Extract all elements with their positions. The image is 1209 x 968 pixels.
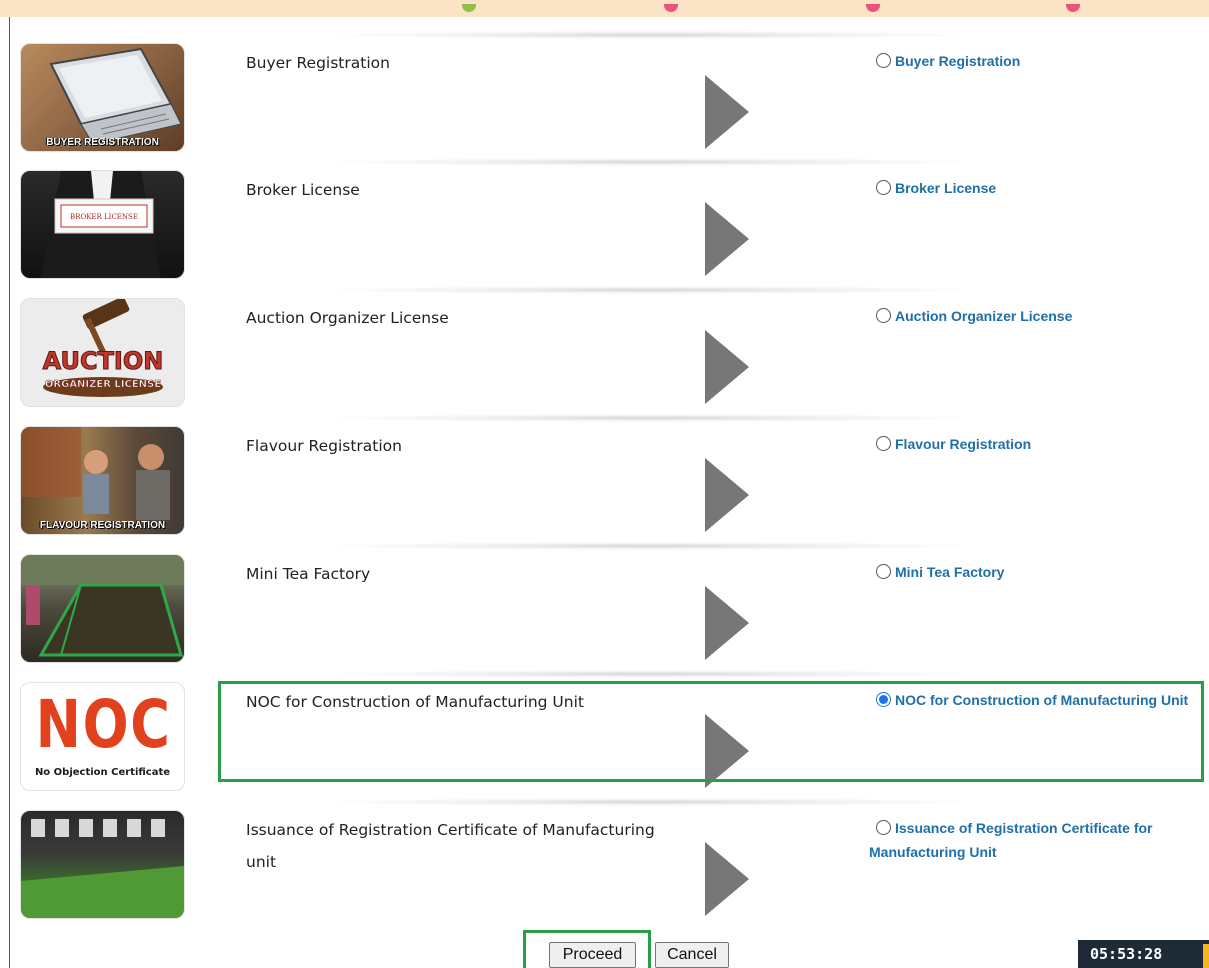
buyer-registration-thumbnail: BUYER REGISTRATION	[20, 43, 185, 152]
clock-accent	[1203, 944, 1209, 968]
radio-button[interactable]	[876, 564, 891, 579]
row-separator	[335, 158, 965, 166]
proceed-arrow-icon	[705, 75, 749, 149]
option-mini-tea-factory[interactable]: Mini Tea Factory	[876, 560, 1209, 584]
radio-button[interactable]	[876, 436, 891, 451]
status-dot-icon	[866, 4, 880, 12]
proceed-arrow-icon	[705, 458, 749, 532]
status-dot-icon	[462, 4, 476, 12]
flavour-registration-thumbnail: FLAVOUR REGISTRATION	[20, 426, 185, 535]
option-issuance-registration-certificate[interactable]: Issuance of Registration Certificate for…	[869, 816, 1202, 864]
status-dot-icon	[664, 4, 678, 12]
status-dot-icon	[1066, 4, 1080, 12]
option-buyer-registration[interactable]: Buyer Registration	[876, 49, 1209, 73]
broker-license-thumbnail: BROKER LICENSE	[20, 170, 185, 279]
row-separator	[335, 670, 965, 678]
noc-logo-text: NOC	[35, 686, 172, 763]
selection-highlight	[218, 681, 1204, 782]
option-label[interactable]: Broker License	[895, 180, 996, 196]
service-title: Auction Organizer License	[246, 309, 449, 327]
svg-text:ORGANIZER LICENSE: ORGANIZER LICENSE	[45, 379, 161, 390]
proceed-arrow-icon	[705, 842, 749, 916]
service-title: Broker License	[246, 181, 360, 199]
option-broker-license[interactable]: Broker License	[876, 176, 1209, 200]
noc-logo-subtitle: No Objection Certificate	[34, 767, 171, 778]
auction-organizer-license-thumbnail: AUCTION ORGANIZER LICENSE	[20, 298, 185, 407]
radio-button[interactable]	[876, 308, 891, 323]
option-label[interactable]: Issuance of Registration Certificate for…	[869, 820, 1153, 860]
option-label[interactable]: Flavour Registration	[895, 436, 1031, 452]
noc-thumbnail: NOC No Objection Certificate	[20, 682, 185, 791]
service-row-issuance-registration-certificate: Issuance of Registration Certificate of …	[10, 798, 1209, 931]
option-label[interactable]: Buyer Registration	[895, 53, 1020, 69]
service-row-flavour-registration: FLAVOUR REGISTRATION Flavour Registratio…	[10, 414, 1209, 547]
radio-button[interactable]	[876, 820, 891, 835]
service-title: Buyer Registration	[246, 54, 390, 72]
svg-text:AUCTION: AUCTION	[43, 347, 164, 375]
radio-button[interactable]	[876, 53, 891, 68]
proceed-arrow-icon	[705, 202, 749, 276]
row-separator	[335, 414, 965, 422]
tea-factory-image-icon	[21, 555, 184, 657]
proceed-button[interactable]: Proceed	[549, 942, 636, 968]
laptop-image-icon	[49, 47, 182, 145]
service-row-broker-license: BROKER LICENSE Broker License Broker Lic…	[10, 158, 1209, 291]
proceed-arrow-icon	[705, 330, 749, 404]
mini-tea-factory-thumbnail	[20, 554, 185, 663]
service-row-auction-organizer-license: AUCTION ORGANIZER LICENSE Auction Organi…	[10, 286, 1209, 419]
option-auction-organizer-license[interactable]: Auction Organizer License	[876, 304, 1209, 328]
issuance-registration-thumbnail	[20, 810, 185, 919]
service-title: Flavour Registration	[246, 437, 402, 455]
thumbnail-caption: BUYER REGISTRATION	[46, 137, 159, 148]
broker-card-image-icon: BROKER LICENSE	[41, 171, 161, 278]
row-separator	[335, 286, 965, 294]
service-row-buyer-registration: BUYER REGISTRATION Buyer Registration Bu…	[10, 31, 1209, 164]
radio-button[interactable]	[876, 180, 891, 195]
gavel-image-icon: AUCTION ORGANIZER LICENSE	[42, 299, 164, 397]
svg-text:BROKER LICENSE: BROKER LICENSE	[70, 213, 138, 221]
option-label[interactable]: Auction Organizer License	[895, 308, 1072, 324]
proceed-arrow-icon	[705, 586, 749, 660]
service-row-mini-tea-factory: Mini Tea Factory Mini Tea Factory	[10, 542, 1209, 675]
session-clock: 05:53:28	[1078, 940, 1209, 968]
row-separator	[335, 542, 965, 550]
service-title: Mini Tea Factory	[246, 565, 371, 583]
option-flavour-registration[interactable]: Flavour Registration	[876, 432, 1209, 456]
option-label[interactable]: Mini Tea Factory	[895, 564, 1004, 580]
tea-tasting-image-icon	[21, 427, 170, 520]
service-title: Issuance of Registration Certificate of …	[246, 821, 655, 871]
row-separator	[335, 798, 965, 806]
row-separator	[335, 31, 965, 39]
thumbnail-caption: FLAVOUR REGISTRATION	[39, 520, 166, 531]
manufacturing-image-icon	[21, 819, 184, 918]
cancel-button[interactable]: Cancel	[655, 942, 729, 968]
top-toolbar-strip	[0, 0, 1209, 17]
